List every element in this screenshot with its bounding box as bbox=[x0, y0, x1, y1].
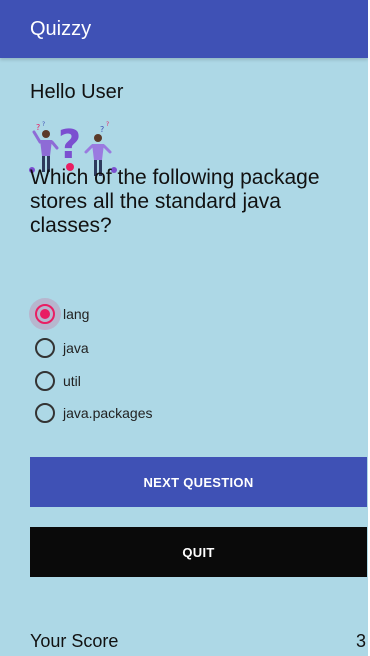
option-label: util bbox=[63, 373, 81, 389]
radio-unchecked-icon[interactable] bbox=[35, 403, 55, 423]
next-question-button[interactable]: NEXT QUESTION bbox=[30, 457, 367, 507]
svg-text:?: ? bbox=[58, 122, 81, 168]
option-label: lang bbox=[63, 306, 90, 322]
option-java[interactable]: java bbox=[35, 336, 235, 360]
question-text: Which of the following package stores al… bbox=[30, 166, 320, 237]
option-label: java bbox=[63, 340, 89, 356]
radio-unchecked-icon[interactable] bbox=[35, 338, 55, 358]
app-title: Quizzy bbox=[30, 18, 92, 40]
greeting-text: Hello User bbox=[30, 81, 124, 103]
option-util[interactable]: util bbox=[35, 369, 235, 393]
score-label: Your Score bbox=[30, 631, 119, 651]
svg-text:?: ? bbox=[42, 121, 45, 128]
option-label: java.packages bbox=[63, 405, 153, 421]
option-java-packages[interactable]: java.packages bbox=[35, 401, 235, 425]
app-bar: Quizzy bbox=[0, 0, 368, 58]
score-value: 3 bbox=[356, 631, 367, 651]
quit-button[interactable]: QUIT bbox=[30, 527, 367, 577]
option-lang[interactable]: lang bbox=[29, 298, 235, 330]
svg-text:?: ? bbox=[36, 123, 40, 132]
radio-checked-icon[interactable] bbox=[35, 304, 55, 324]
radio-unchecked-icon[interactable] bbox=[35, 371, 55, 391]
quiz-screen: Quizzy Hello User ? ? ? ? ? Which of the… bbox=[0, 0, 368, 656]
svg-text:?: ? bbox=[106, 121, 109, 128]
radio-button-wrapper bbox=[29, 298, 61, 330]
svg-text:?: ? bbox=[100, 125, 104, 134]
